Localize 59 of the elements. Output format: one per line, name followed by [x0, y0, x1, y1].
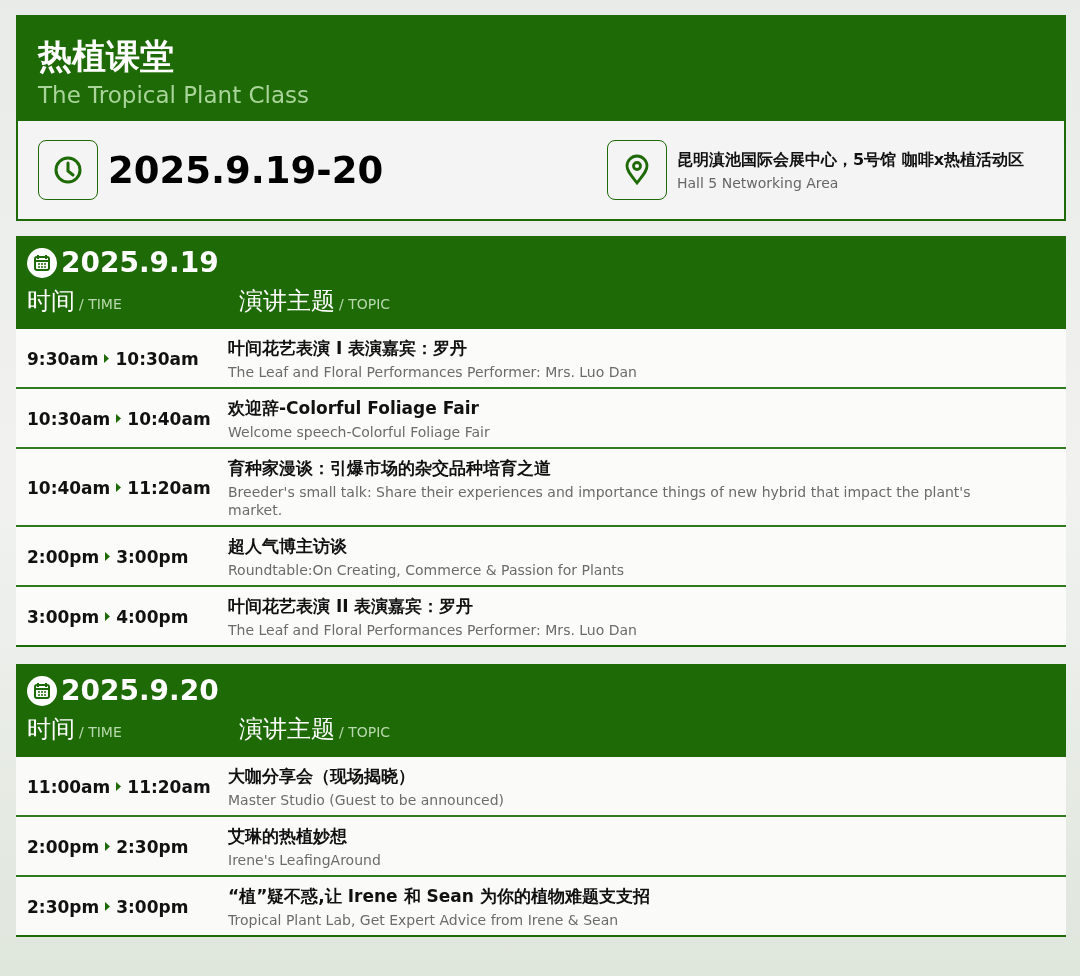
arrow-icon — [105, 902, 111, 911]
session-subtitle: Breeder's small talk: Share their experiences and importance things of new hybrid that impact the plant's market. — [228, 483, 972, 519]
session-title: 艾琳的热植妙想 — [228, 825, 348, 848]
session-subtitle: The Leaf and Floral Performances Performer: Mrs. Luo Dan — [228, 363, 638, 381]
session-subtitle: Welcome speech-Colorful Foliage Fair — [228, 423, 491, 441]
start-time: 2:00pm — [27, 836, 100, 857]
location-pin-icon — [606, 140, 667, 200]
start-time: 10:30am — [27, 408, 111, 429]
start-time: 9:30am — [27, 348, 99, 369]
arrow-icon — [105, 612, 111, 621]
start-time: 11:00am — [27, 776, 111, 797]
start-time: 2:00pm — [27, 546, 100, 567]
topic-heading-en: / TOPIC — [339, 296, 391, 312]
clock-icon — [38, 140, 98, 200]
calendar-icon — [27, 676, 57, 706]
end-time: 10:40am — [127, 408, 211, 429]
end-time: 3:00pm — [116, 546, 189, 567]
topic-heading: 演讲主题 — [239, 715, 335, 743]
arrow-icon — [116, 483, 122, 492]
arrow-icon — [105, 552, 111, 561]
end-time: 11:20am — [127, 776, 211, 797]
arrow-icon — [116, 782, 122, 791]
topic-heading: 演讲主题 — [239, 287, 335, 315]
session-title: 超人气博主访谈 — [228, 535, 348, 558]
start-time: 2:30pm — [27, 896, 100, 917]
end-time: 2:30pm — [116, 836, 189, 857]
session-subtitle: Roundtable:On Creating, Commerce & Passion for Plants — [228, 561, 626, 579]
day-date: 2025.9.19 — [61, 245, 219, 281]
time-heading: 时间 — [27, 715, 75, 743]
arrow-icon — [116, 414, 122, 423]
session-subtitle: Tropical Plant Lab, Get Expert Advice from Irene & Sean — [228, 911, 620, 929]
venue-name: 昆明滇池国际会展中心，5号馆 咖啡x热植活动区 — [676, 149, 1024, 171]
end-time: 3:00pm — [116, 896, 189, 917]
calendar-icon — [27, 248, 57, 278]
day-date: 2025.9.20 — [61, 673, 219, 709]
start-time: 3:00pm — [27, 606, 100, 627]
session-title: 欢迎辞-Colorful Foliage Fair — [228, 397, 480, 420]
end-time: 10:30am — [115, 348, 199, 369]
session-title: 叶间花艺表演 II 表演嘉宾：罗丹 — [228, 595, 475, 618]
arrow-icon — [105, 842, 111, 851]
class-subtitle: The Tropical Plant Class — [38, 81, 310, 110]
start-time: 10:40am — [27, 477, 111, 498]
session-subtitle: The Leaf and Floral Performances Performer: Mrs. Luo Dan — [228, 621, 638, 639]
session-title: 叶间花艺表演 I 表演嘉宾：罗丹 — [228, 337, 469, 360]
end-time: 4:00pm — [116, 606, 189, 627]
class-title: 热植课堂 — [38, 35, 175, 77]
venue-area: Hall 5 Networking Area — [676, 174, 1024, 191]
event-date: 2025.9.19-20 — [108, 148, 384, 192]
time-heading-en: / TIME — [79, 724, 122, 740]
arrow-icon — [104, 354, 110, 363]
end-time: 11:20am — [127, 477, 211, 498]
session-title: 育种家漫谈：引爆市场的杂交品种培育之道 — [228, 457, 552, 480]
topic-heading-en: / TOPIC — [339, 724, 391, 740]
time-heading: 时间 — [27, 287, 75, 315]
session-title: 大咖分享会（现场揭晓） — [228, 765, 416, 788]
session-subtitle: Master Studio (Guest to be announced) — [228, 791, 506, 809]
session-subtitle: Irene's LeafingAround — [228, 851, 382, 869]
time-heading-en: / TIME — [79, 296, 122, 312]
session-title: “植”疑不惑,让 Irene 和 Sean 为你的植物难题支支招 — [228, 885, 651, 908]
